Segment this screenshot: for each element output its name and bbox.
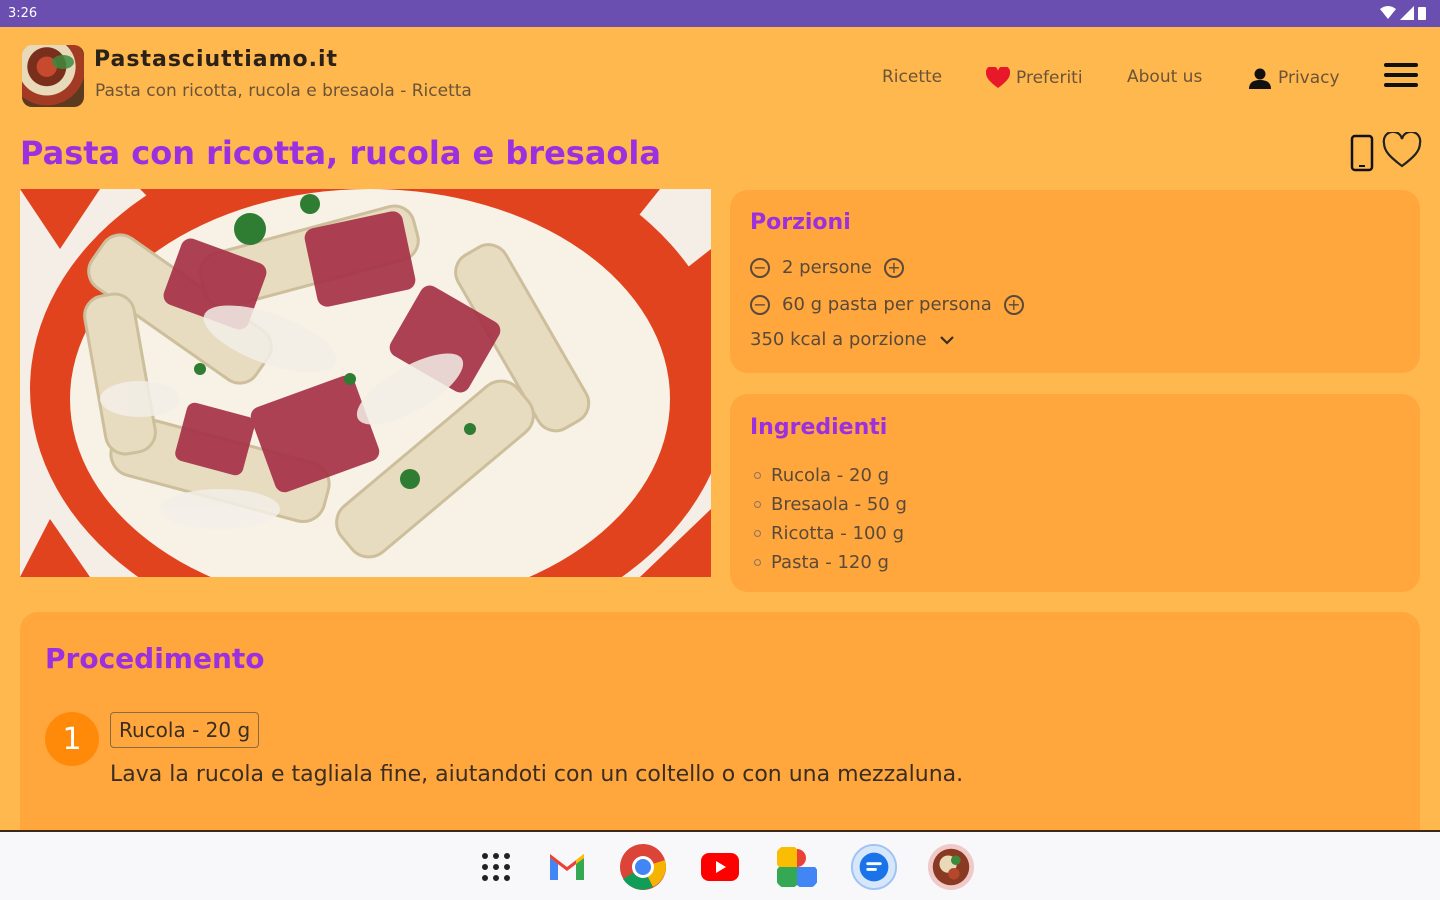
signal-icon [1400,6,1414,20]
kcal-value: 350 kcal a porzione [750,329,927,350]
ingredient-text: Rucola - 20 g [771,465,890,486]
bullet-icon [754,559,761,566]
page-subtitle: Pasta con ricotta, rucola e bresaola - R… [95,81,472,101]
battery-icon [1418,7,1426,20]
status-bar: 3:26 [0,0,1440,27]
servings-row: − 2 persone + [750,257,904,278]
kcal-row[interactable]: 350 kcal a porzione [750,329,955,350]
recipe-title: Pasta con ricotta, rucola e bresaola [20,134,661,172]
porzioni-title: Porzioni [750,210,851,235]
bullet-icon [754,530,761,537]
decrease-pasta-button[interactable]: − [750,294,770,315]
youtube-icon[interactable] [696,843,744,891]
recipe-photo [20,189,711,577]
favorite-heart-icon[interactable] [1382,130,1422,174]
gmail-icon[interactable] [543,843,591,891]
increase-servings-button[interactable]: + [883,257,904,278]
pasta-per-person-value: 60 g pasta per persona [782,294,992,315]
nav-label-privacy: Privacy [1278,68,1340,88]
nav-link-about[interactable]: About us [1127,67,1202,87]
site-logo[interactable] [22,45,84,107]
phone-icon[interactable] [1350,134,1374,176]
heart-icon [986,67,1010,88]
bullet-icon [754,472,761,479]
pastasciuttiamo-app-icon[interactable] [927,843,975,891]
list-item: Rucola - 20 g [754,461,907,490]
step-number-badge: 1 [45,712,99,766]
app-drawer-icon[interactable] [472,843,520,891]
servings-value: 2 persone [782,257,872,278]
list-item: Ricotta - 100 g [754,519,907,548]
ingredient-list: Rucola - 20 g Bresaola - 50 g Ricotta - … [754,461,907,577]
app-dock [0,830,1440,900]
nav-link-preferiti[interactable]: Preferiti [986,67,1083,89]
bullet-icon [754,501,761,508]
increase-pasta-button[interactable]: + [1003,294,1024,315]
step-ingredient-chip: Rucola - 20 g [110,712,260,748]
nav-label-about: About us [1127,67,1203,87]
wifi-icon [1380,6,1396,19]
list-item: Pasta - 120 g [754,548,907,577]
ingredient-text: Pasta - 120 g [771,552,889,573]
pasta-per-person-row: − 60 g pasta per persona + [750,294,1024,315]
app-header: Pastasciuttiamo.it Pasta con ricotta, ru… [0,27,1440,127]
user-icon [1249,68,1271,89]
nav-link-ricette[interactable]: Ricette [882,67,942,87]
nav-label-preferiti: Preferiti [1016,68,1083,88]
status-time: 3:26 [8,6,38,21]
messages-icon[interactable] [850,843,898,891]
chevron-down-icon [939,335,954,345]
list-item: Bresaola - 50 g [754,490,907,519]
status-icons [1380,6,1426,20]
site-title[interactable]: Pastasciuttiamo.it [94,47,338,72]
chrome-icon[interactable] [619,843,667,891]
ingredienti-title: Ingredienti [750,415,888,440]
procedimento-title: Procedimento [45,642,265,675]
hamburger-menu-icon[interactable] [1384,63,1418,89]
step-description: Lava la rucola e tagliala fine, aiutando… [110,762,964,787]
photos-icon[interactable] [773,843,821,891]
ingredient-text: Ricotta - 100 g [771,523,905,544]
nav-label-ricette: Ricette [882,67,943,87]
decrease-servings-button[interactable]: − [750,257,770,278]
ingredient-text: Bresaola - 50 g [771,494,907,515]
nav-link-privacy[interactable]: Privacy [1248,67,1340,89]
